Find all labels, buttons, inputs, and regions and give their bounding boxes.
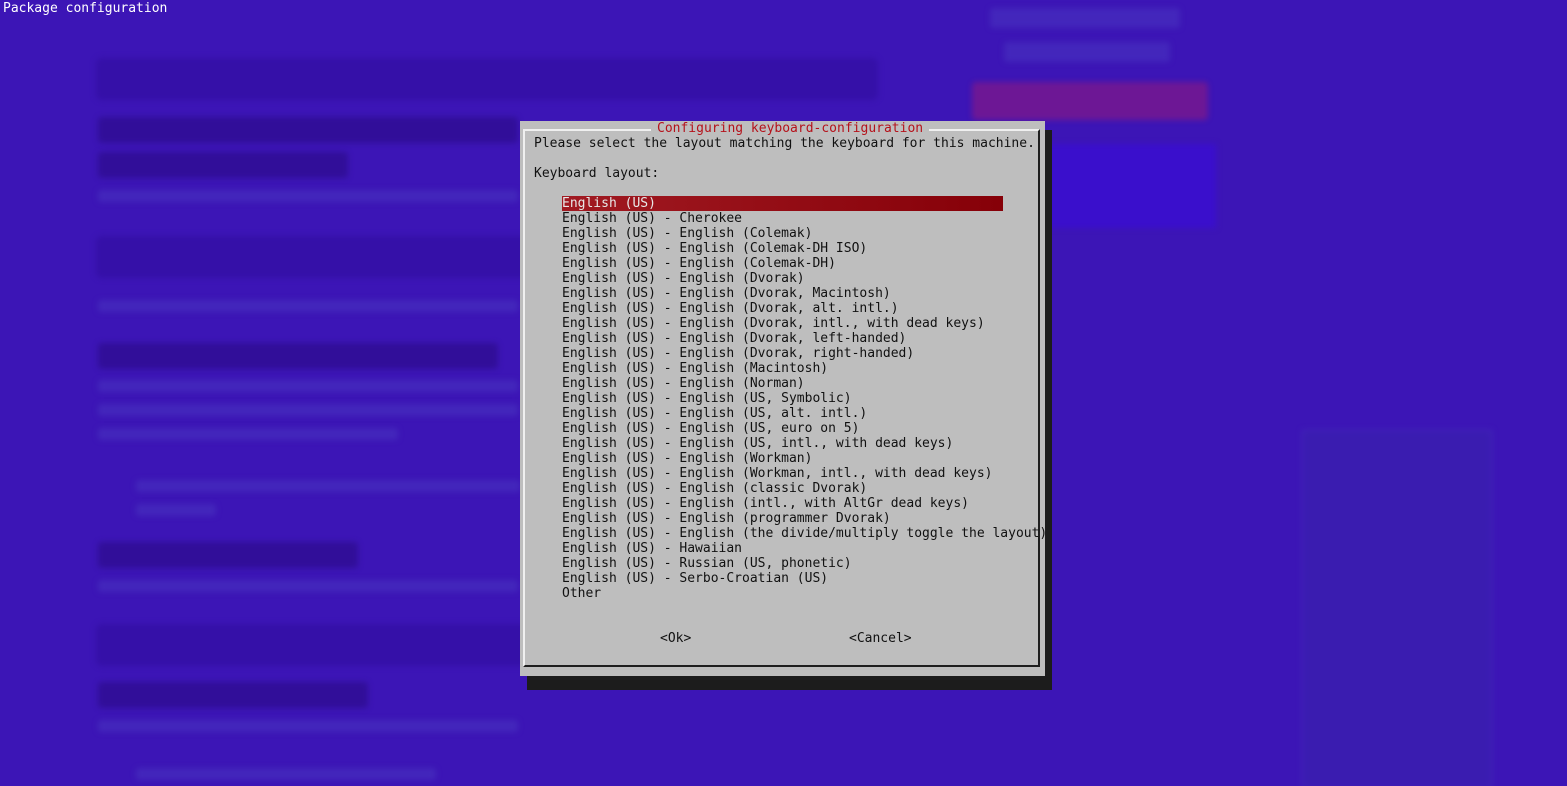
list-item[interactable]: English (US) - English (Workman, intl., … [562,466,1003,481]
list-item[interactable]: English (US) - English (Dvorak) [562,271,1003,286]
list-item[interactable]: English (US) - English (Dvorak, right-ha… [562,346,1003,361]
dialog-prompt: Please select the layout matching the ke… [534,136,1035,151]
ok-button[interactable]: <Ok> [660,631,691,646]
list-item[interactable]: English (US) - English (Dvorak, alt. int… [562,301,1003,316]
list-item-selected[interactable]: English (US) [562,196,1003,211]
list-item[interactable]: Other [562,586,1003,601]
background-heading [98,152,348,178]
background-text-line [98,720,518,732]
list-item[interactable]: English (US) - English (classic Dvorak) [562,481,1003,496]
list-item[interactable]: English (US) - English (Dvorak, left-han… [562,331,1003,346]
keyboard-layout-dialog: Configuring keyboard-configuration Pleas… [520,121,1047,676]
list-item[interactable]: English (US) - English (Colemak-DH ISO) [562,241,1003,256]
terminal-screen: Package configuration Configuring keyboa… [0,0,1567,786]
background-text-line [98,404,518,416]
background-heading [98,682,368,708]
list-item[interactable]: English (US) - English (intl., with AltG… [562,496,1003,511]
cancel-button[interactable]: <Cancel> [849,631,912,646]
background-heading [98,343,498,369]
list-item[interactable]: English (US) - English (Dvorak, intl., w… [562,316,1003,331]
background-heading [98,117,518,143]
background-text-line [98,190,518,202]
keyboard-layout-list[interactable]: English (US) English (US) - Cherokee Engli… [562,196,1047,601]
list-item[interactable]: English (US) - English (Dvorak, Macintos… [562,286,1003,301]
background-ad-text [990,8,1180,28]
list-item[interactable]: English (US) - English (US, alt. intl.) [562,406,1003,421]
background-ad-text [972,82,1208,120]
list-item[interactable]: English (US) - English (Norman) [562,376,1003,391]
background-heading [98,542,358,568]
background-text-line [136,504,216,516]
background-sidebar-card [1302,430,1492,786]
list-item[interactable]: English (US) - English (programmer Dvora… [562,511,1003,526]
background-text-line [98,580,518,592]
list-item[interactable]: English (US) - English (US, intl., with … [562,436,1003,451]
background-text-line [136,480,520,492]
list-item[interactable]: English (US) - Russian (US, phonetic) [562,556,1003,571]
list-item[interactable]: English (US) - English (US, Symbolic) [562,391,1003,406]
list-item[interactable]: English (US) - English (Colemak-DH) [562,256,1003,271]
dialog-title: Configuring keyboard-configuration [651,121,930,136]
background-text-line [98,300,518,312]
terminal-title: Package configuration [3,1,168,16]
background-text-line [98,428,398,440]
list-item[interactable]: English (US) - English (the divide/multi… [562,526,1047,541]
list-item[interactable]: English (US) - Serbo-Croatian (US) [562,571,1003,586]
background-code-block [96,58,878,100]
list-item[interactable]: English (US) - English (Colemak) [562,226,1003,241]
list-item[interactable]: English (US) - Cherokee [562,211,1003,226]
background-text-line [136,768,436,780]
background-text-line [98,380,518,392]
list-item[interactable]: English (US) - Hawaiian [562,541,1003,556]
list-item[interactable]: English (US) - English (Workman) [562,451,1003,466]
keyboard-layout-label: Keyboard layout: [534,166,660,181]
list-item[interactable]: English (US) - English (Macintosh) [562,361,1003,376]
background-ad-text [1004,42,1170,62]
list-item[interactable]: English (US) - English (US, euro on 5) [562,421,1003,436]
